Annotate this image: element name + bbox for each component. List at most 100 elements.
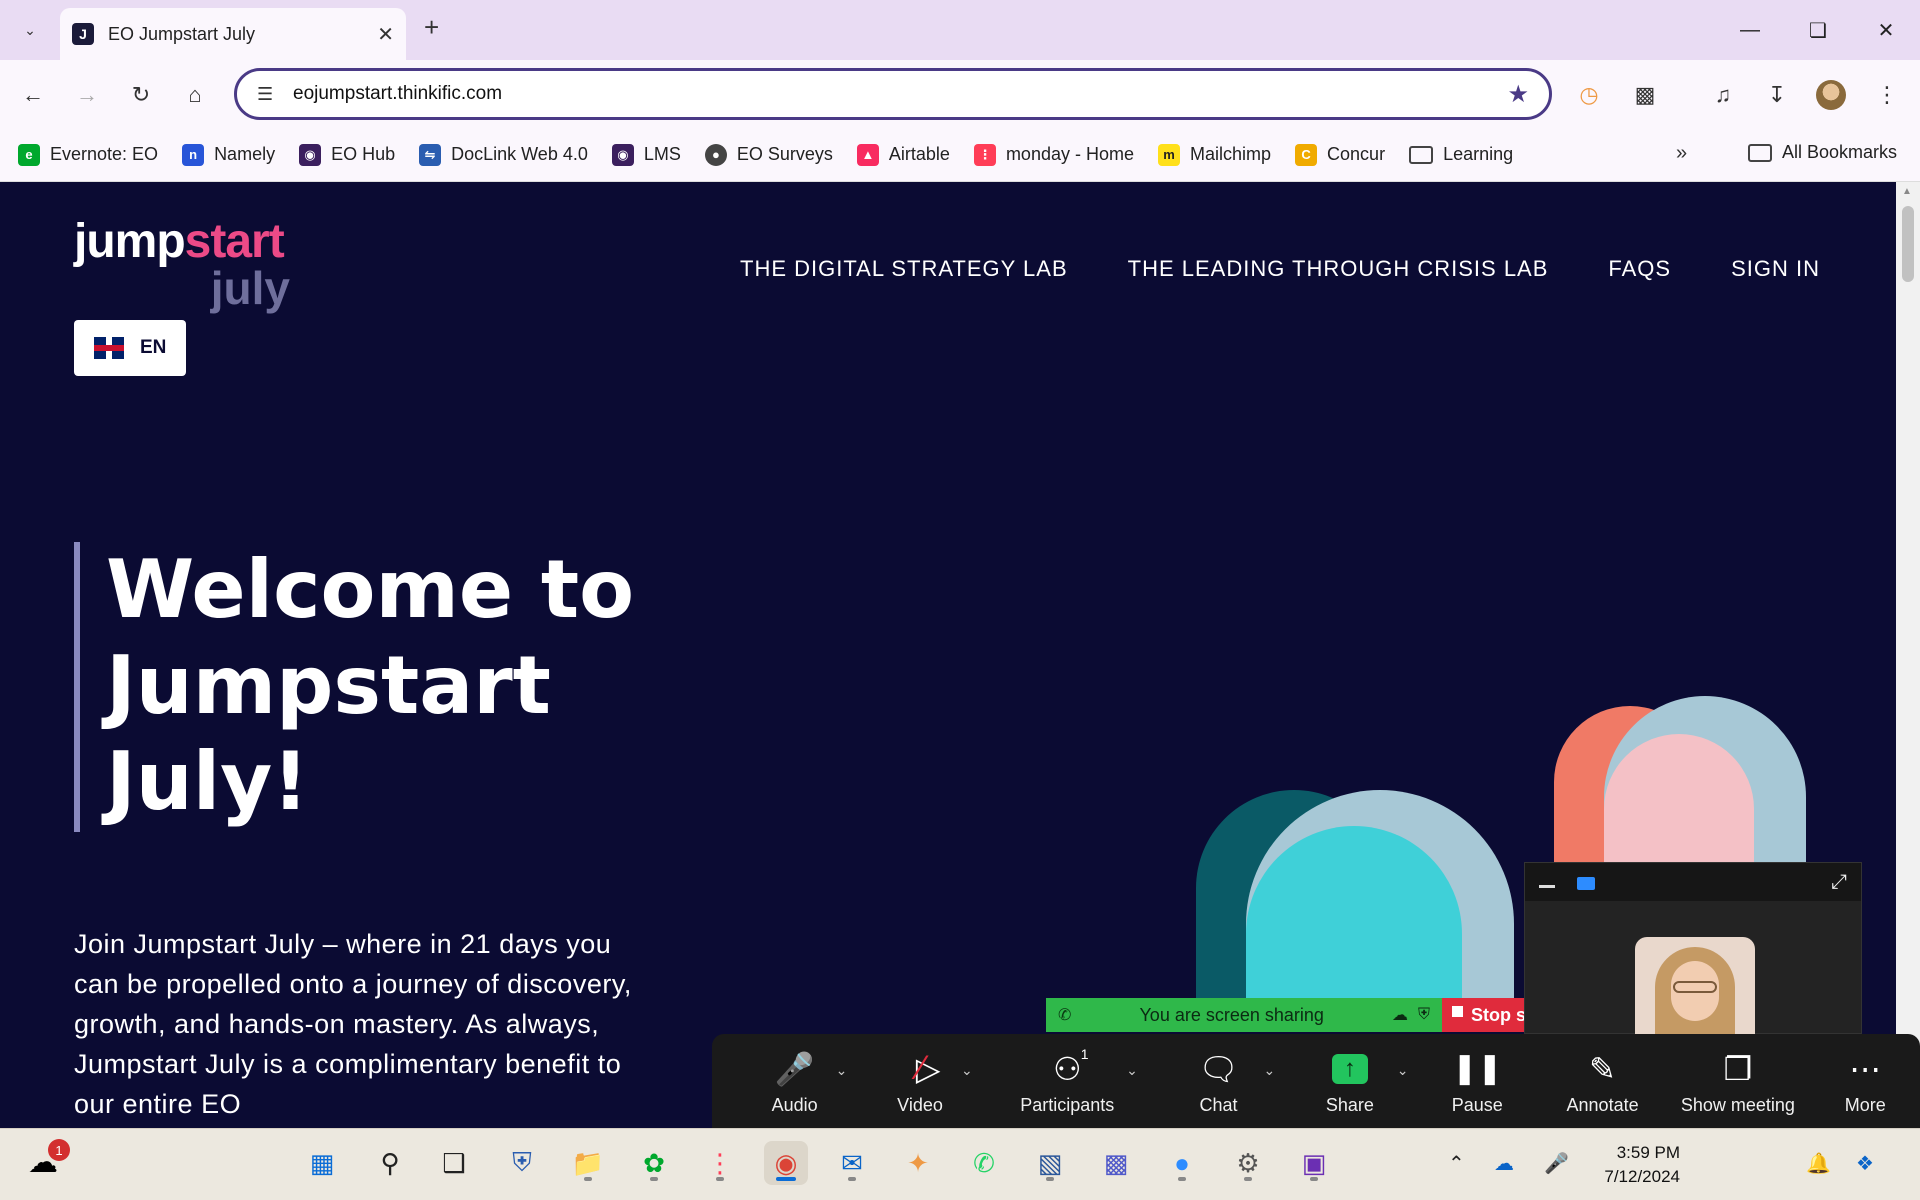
- bookmark-lms[interactable]: ◉ LMS: [611, 143, 681, 166]
- file-explorer-icon[interactable]: 📁: [566, 1141, 610, 1185]
- minimize-icon[interactable]: [1539, 885, 1555, 888]
- extension-clock-icon[interactable]: ◷: [1572, 78, 1606, 112]
- bookmark-mailchimp[interactable]: m Mailchimp: [1158, 143, 1271, 166]
- clock-time: 3:59 PM: [1616, 1143, 1680, 1162]
- more-button[interactable]: ⋯ More: [1811, 1034, 1920, 1128]
- whatsapp-icon[interactable]: ✆: [962, 1141, 1006, 1185]
- restore-button[interactable]: ❏: [1784, 0, 1852, 60]
- defender-shield-icon[interactable]: ⛨: [500, 1141, 544, 1185]
- language-selector[interactable]: EN: [74, 320, 186, 376]
- bookmark-eo-surveys[interactable]: ● EO Surveys: [704, 143, 833, 166]
- tab-close-icon[interactable]: ✕: [377, 22, 394, 47]
- bookmark-airtable[interactable]: ▲ Airtable: [856, 143, 950, 166]
- browser-toolbar: ← → ↻ ⌂ ☰ eojumpstart.thinkific.com ★ ◷ …: [0, 60, 1920, 128]
- expand-icon[interactable]: ⤢: [1831, 871, 1847, 894]
- chrome-icon[interactable]: ◉: [764, 1141, 808, 1185]
- site-favicon-icon: J: [72, 23, 94, 45]
- audio-button[interactable]: 🎤 Audio ⌄: [732, 1034, 857, 1128]
- site-logo[interactable]: jumpstart july: [74, 215, 304, 312]
- bookmark-evernote[interactable]: e Evernote: EO: [18, 143, 158, 166]
- app-g-icon[interactable]: ▣: [1292, 1141, 1336, 1185]
- bookmark-namely[interactable]: n Namely: [182, 143, 275, 166]
- new-tab-button[interactable]: +: [424, 12, 439, 43]
- outlook-icon[interactable]: ✉: [830, 1141, 874, 1185]
- zoom-control-bar: 🎤 Audio ⌄ ▷ ⁄ Video ⌄ ⚇ 1 Participants ⌄ …: [712, 1034, 1920, 1128]
- nav-digital-strategy-lab[interactable]: THE DIGITAL STRATEGY LAB: [740, 256, 1068, 282]
- bookmark-label: DocLink Web 4.0: [451, 144, 588, 164]
- scroll-up-icon[interactable]: ▲: [1902, 186, 1912, 197]
- settings-gear-icon[interactable]: ⚙: [1226, 1141, 1270, 1185]
- tray-overflow-chevron-icon[interactable]: ⌃: [1448, 1151, 1465, 1176]
- video-options-caret-icon[interactable]: ⌄: [961, 1062, 973, 1079]
- site-info-icon[interactable]: ☰: [257, 84, 293, 105]
- download-icon[interactable]: ↧: [1760, 78, 1794, 112]
- start-windows-icon[interactable]: ▦: [300, 1141, 344, 1185]
- all-bookmarks-button[interactable]: All Bookmarks: [1748, 142, 1897, 163]
- minimize-button[interactable]: —: [1716, 0, 1784, 60]
- task-view-icon[interactable]: ❑: [432, 1141, 476, 1185]
- screen-sharing-banner[interactable]: ✆ You are screen sharing ☁ ⛨: [1046, 998, 1442, 1032]
- view-switch-icon[interactable]: [1577, 877, 1595, 890]
- nav-leading-through-crisis-lab[interactable]: THE LEADING THROUGH CRISIS LAB: [1128, 256, 1549, 282]
- chat-options-caret-icon[interactable]: ⌄: [1263, 1062, 1275, 1079]
- url-text[interactable]: eojumpstart.thinkific.com: [293, 83, 1507, 105]
- bookmark-star-icon[interactable]: ★: [1507, 80, 1529, 109]
- participants-label: Participants: [1020, 1094, 1115, 1115]
- system-clock[interactable]: 3:59 PM 7/12/2024: [1540, 1141, 1680, 1189]
- participants-options-caret-icon[interactable]: ⌄: [1126, 1062, 1138, 1079]
- word-icon[interactable]: ▧: [1028, 1141, 1072, 1185]
- chat-button[interactable]: 🗨 Chat ⌄: [1152, 1034, 1285, 1128]
- nav-faqs[interactable]: FAQS: [1608, 256, 1671, 282]
- teams-icon[interactable]: ▩: [1094, 1141, 1138, 1185]
- mailchimp-icon: m: [1158, 143, 1180, 166]
- forward-button[interactable]: →: [70, 78, 104, 112]
- back-button[interactable]: ←: [16, 78, 50, 112]
- bookmark-monday[interactable]: ⋮ monday - Home: [973, 143, 1134, 166]
- bookmarks-overflow-icon[interactable]: »: [1676, 142, 1687, 165]
- audio-options-caret-icon[interactable]: ⌄: [836, 1062, 848, 1079]
- show-meeting-button[interactable]: ❐ Show meeting: [1665, 1034, 1810, 1128]
- pause-button[interactable]: ❚❚ Pause: [1415, 1034, 1540, 1128]
- page-scrollbar[interactable]: ▲: [1896, 182, 1920, 1128]
- menu-kebab-icon[interactable]: ⋮: [1870, 78, 1904, 112]
- more-dots-icon: ⋯: [1849, 1050, 1882, 1087]
- bookmark-eo-hub[interactable]: ◉ EO Hub: [299, 143, 395, 166]
- annotate-button[interactable]: ✎ Annotate: [1540, 1034, 1665, 1128]
- bookmark-folder-learning[interactable]: Learning: [1409, 144, 1513, 165]
- bookmark-concur[interactable]: C Concur: [1295, 143, 1385, 166]
- profile-avatar[interactable]: [1814, 78, 1848, 112]
- hero-description: Join Jumpstart July – where in 21 days y…: [74, 929, 632, 1119]
- clock-date: 7/12/2024: [1604, 1167, 1680, 1186]
- video-button[interactable]: ▷ ⁄ Video ⌄: [857, 1034, 982, 1128]
- bookmarks-bar: e Evernote: EO n Namely ◉ EO Hub ⇋ DocLink W…: [0, 128, 1920, 182]
- bookmark-label: Learning: [1443, 144, 1514, 164]
- logo-word-start: start: [184, 215, 285, 268]
- slack-icon[interactable]: ✦: [896, 1141, 940, 1185]
- share-options-caret-icon[interactable]: ⌄: [1397, 1062, 1409, 1079]
- reload-button[interactable]: ↻: [124, 78, 158, 112]
- home-button[interactable]: ⌂: [178, 78, 212, 112]
- chat-label: Chat: [1199, 1094, 1238, 1115]
- share-arrow-icon: ↑: [1331, 1053, 1368, 1084]
- participants-button[interactable]: ⚇ 1 Participants ⌄: [983, 1034, 1152, 1128]
- tab-search-button[interactable]: ⌄: [14, 14, 46, 46]
- search-icon[interactable]: ⚲: [368, 1141, 412, 1185]
- media-control-icon[interactable]: ♫: [1706, 78, 1740, 112]
- onedrive-cloud-icon[interactable]: ☁: [1494, 1151, 1514, 1176]
- close-window-button[interactable]: ✕: [1852, 0, 1920, 60]
- scroll-thumb[interactable]: [1902, 206, 1914, 282]
- address-bar[interactable]: ☰ eojumpstart.thinkific.com ★: [234, 68, 1552, 120]
- browser-tab[interactable]: J EO Jumpstart July ✕: [60, 8, 406, 60]
- extensions-puzzle-icon[interactable]: ▩: [1628, 78, 1662, 112]
- bookmark-doclink[interactable]: ⇋ DocLink Web 4.0: [419, 143, 588, 166]
- share-label: Share: [1325, 1094, 1374, 1115]
- notification-bell-icon[interactable]: 🔔: [1806, 1151, 1831, 1176]
- share-button[interactable]: ↑ Share ⌄: [1285, 1034, 1414, 1128]
- nav-sign-in[interactable]: SIGN IN: [1731, 256, 1820, 282]
- copilot-icon[interactable]: ❖: [1856, 1151, 1874, 1176]
- zoom-video-panel[interactable]: ⤢: [1524, 862, 1862, 1035]
- window-controls: — ❏ ✕: [1716, 0, 1920, 60]
- evernote-app-icon[interactable]: ✿: [632, 1141, 676, 1185]
- monday-app-icon[interactable]: ⋮: [698, 1141, 742, 1185]
- zoom-icon[interactable]: ●: [1160, 1141, 1204, 1185]
